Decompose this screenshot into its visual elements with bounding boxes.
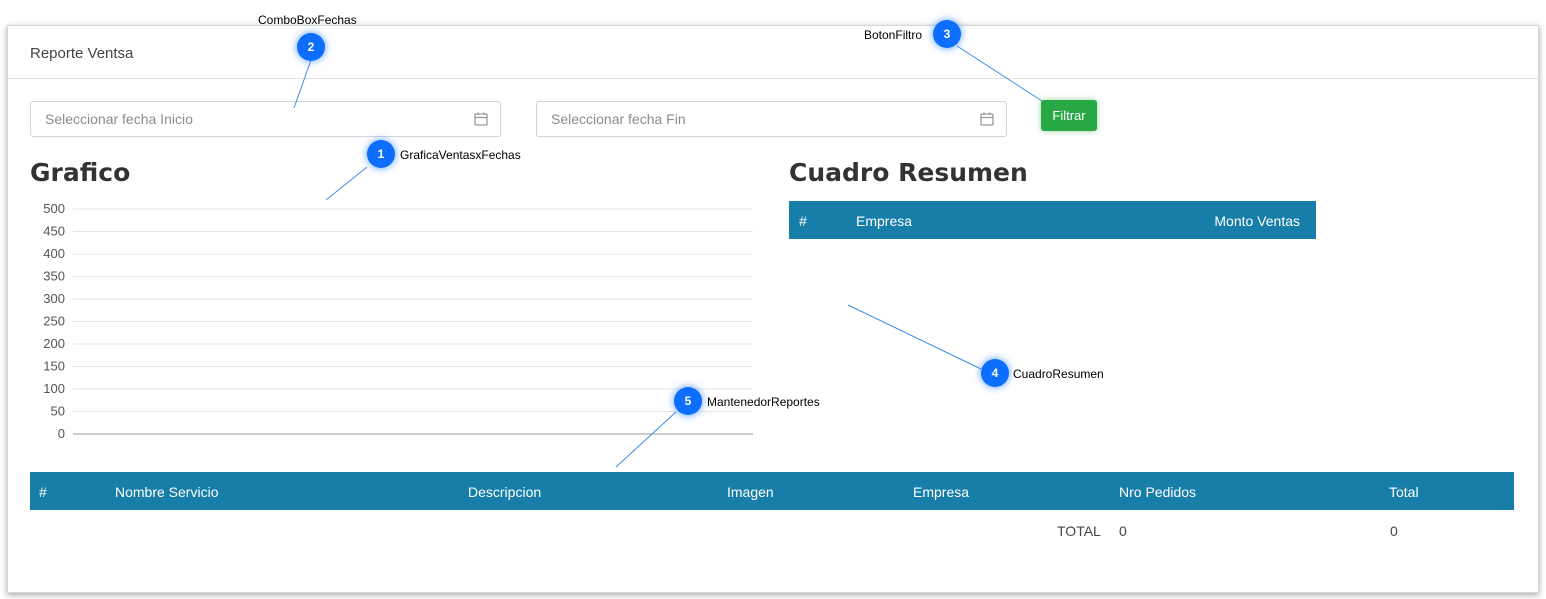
callout-badge-2: 2 (297, 33, 325, 61)
callout-badge-5: 5 (674, 387, 702, 415)
callout-lines (293, 45, 1043, 468)
callout-badge-4: 4 (981, 359, 1009, 387)
callout-label-5: MantenedorReportes (707, 395, 820, 409)
callout-badge-1: 1 (367, 140, 395, 168)
callout-label-2: ComboBoxFechas (258, 13, 357, 27)
callout-label-3: BotonFiltro (864, 28, 923, 42)
callout-label-4: CuadroResumen (1013, 367, 1104, 381)
callout-badge-3: 3 (933, 20, 961, 48)
callout-label-1: GraficaVentasxFechas (400, 148, 521, 162)
